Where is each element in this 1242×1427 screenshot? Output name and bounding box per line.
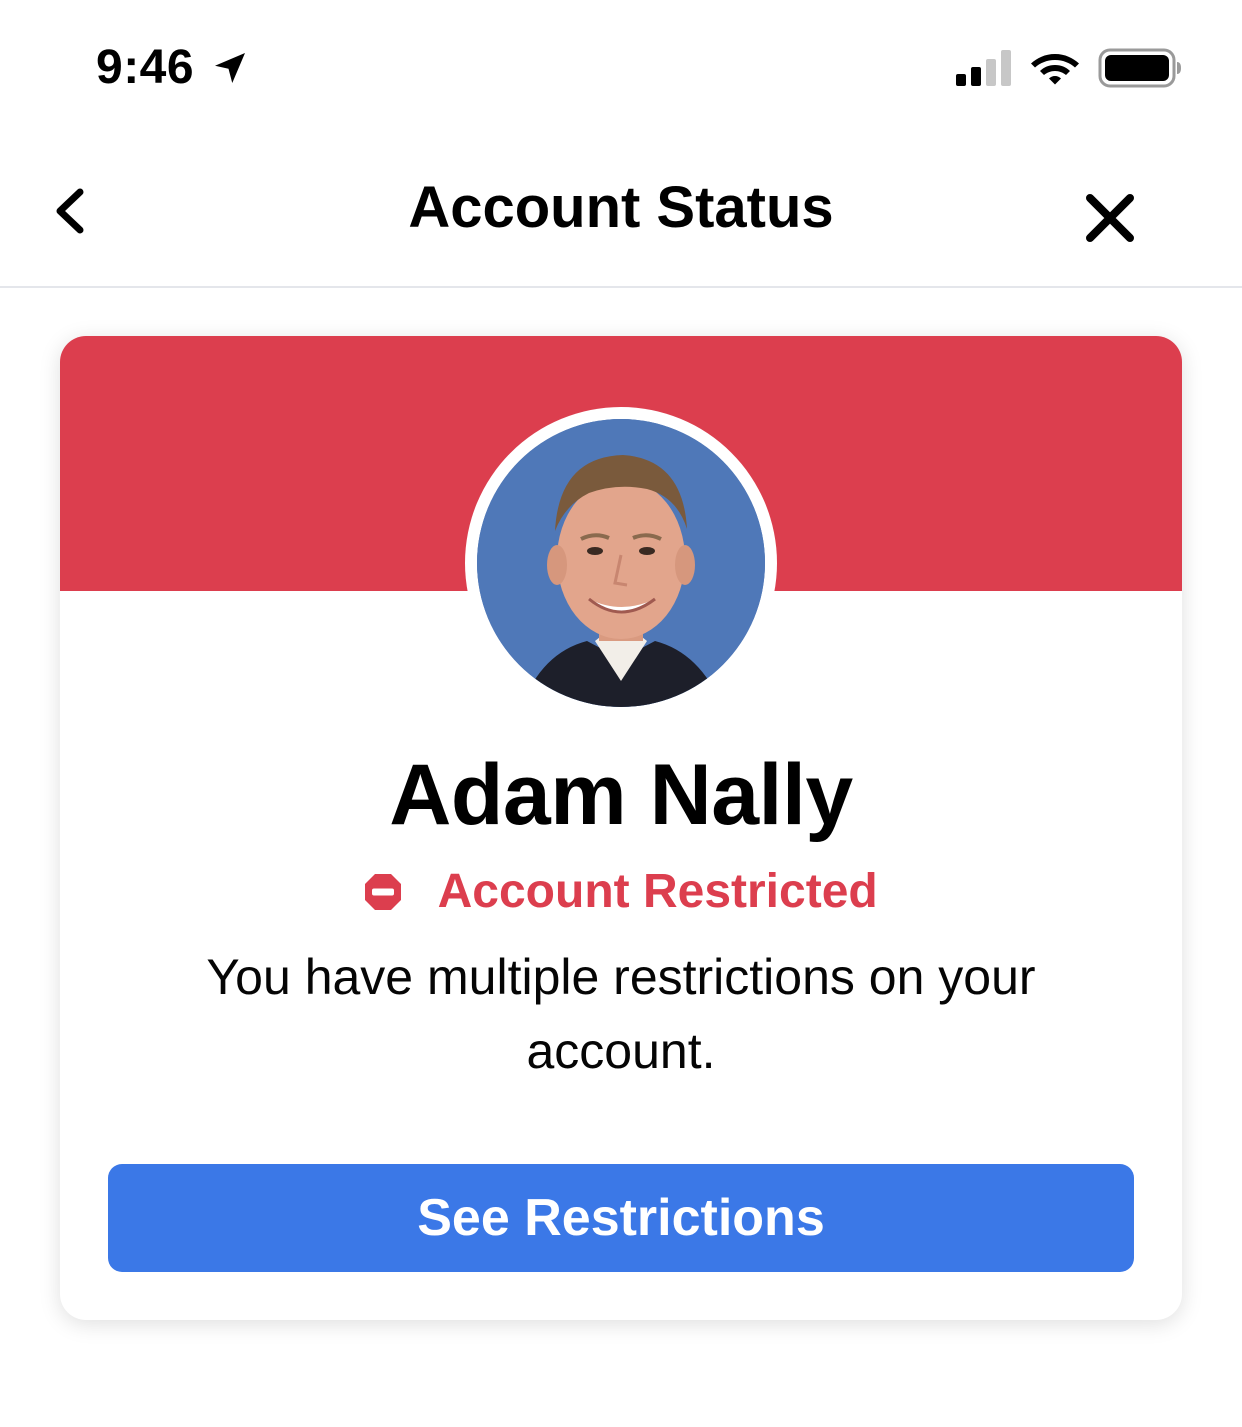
avatar-ring: [465, 407, 777, 719]
see-restrictions-button[interactable]: See Restrictions: [108, 1164, 1134, 1272]
nav-bar: Account Status: [0, 130, 1242, 288]
close-icon[interactable]: [1084, 192, 1136, 244]
avatar-portrait: [477, 419, 765, 707]
wifi-icon: [1031, 54, 1079, 85]
status-description: You have multiple restrictions on your a…: [206, 949, 1036, 1079]
page-title: Account Status: [408, 175, 834, 240]
account-status-card: Adam Nally Account Restricted You have m…: [60, 336, 1182, 1320]
status-time: 9:46: [96, 41, 195, 94]
signal-icon: [956, 50, 1011, 86]
battery-icon: [1098, 48, 1181, 88]
location-arrow-icon: [215, 53, 245, 83]
profile-name: Adam Nally: [389, 747, 853, 843]
stop-icon: [365, 874, 402, 910]
avatar[interactable]: [477, 419, 765, 707]
status-label: Account Restricted: [437, 865, 878, 918]
status-bar: 9:46: [0, 0, 1242, 130]
account-status: Account Restricted: [60, 864, 1182, 919]
